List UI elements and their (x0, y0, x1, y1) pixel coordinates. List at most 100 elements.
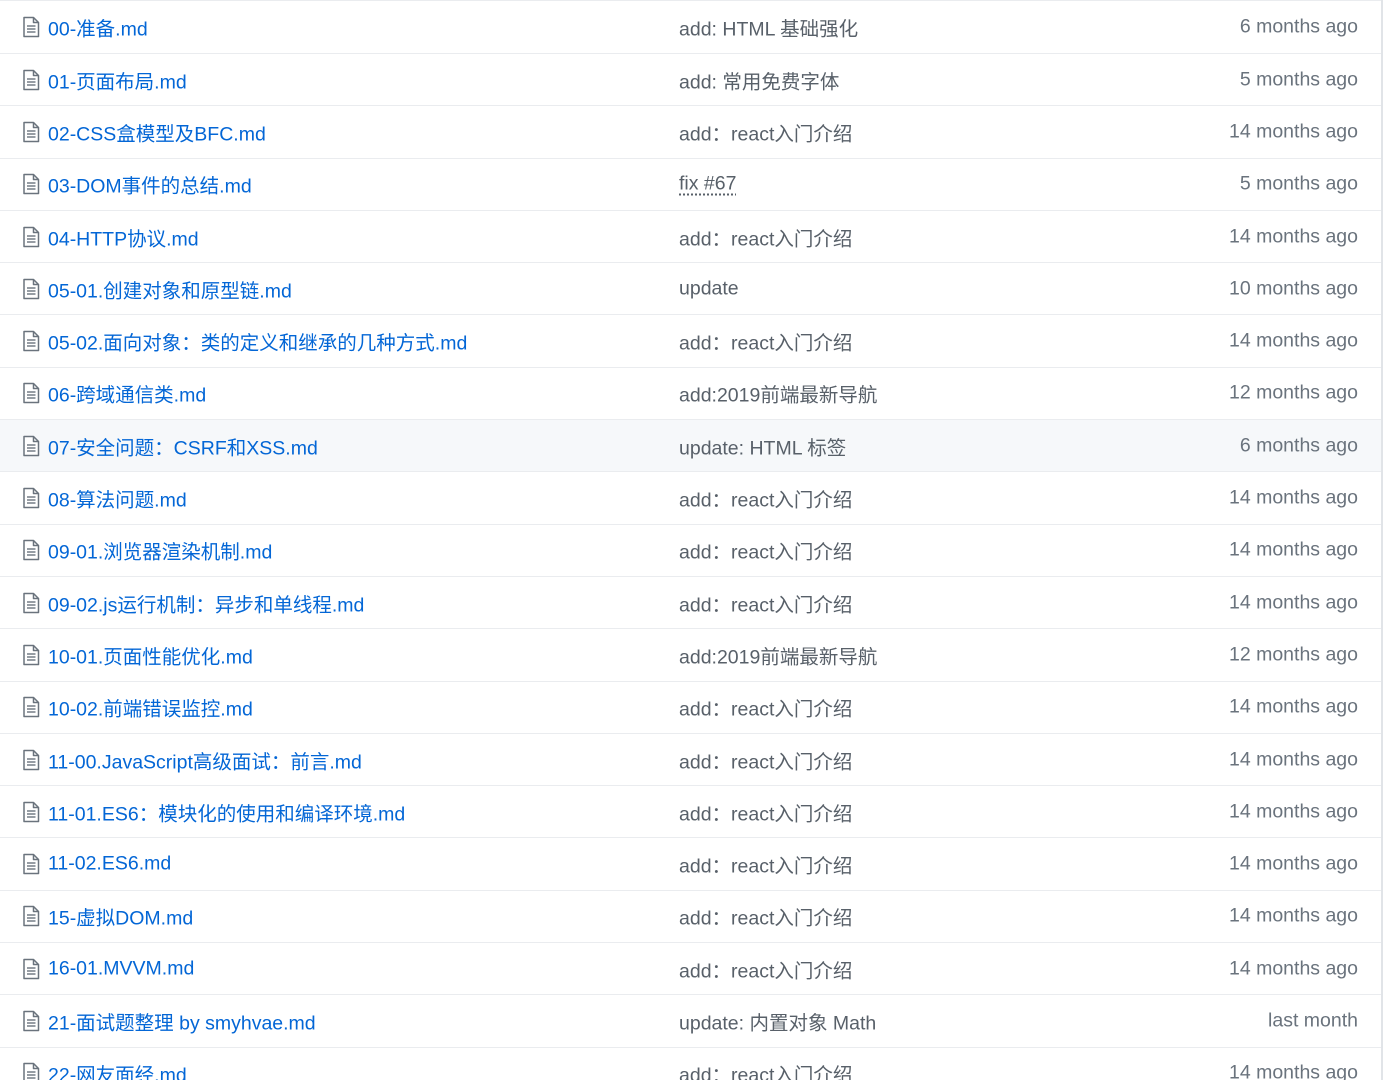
file-icon (22, 696, 40, 718)
file-icon (22, 592, 40, 614)
commit-message-link[interactable]: add：react入门介绍 (679, 484, 852, 513)
file-row-1[interactable]: 01-页面布局.md add: 常用免费字体 5 months ago (0, 53, 1381, 105)
file-name-link[interactable]: 07-安全问题：CSRF和XSS.md (48, 431, 318, 460)
commit-message-link[interactable]: add:2019前端最新导航 (679, 379, 877, 408)
commit-age: 14 months ago (1228, 486, 1358, 509)
file-icon (22, 278, 40, 300)
file-row-15[interactable]: 11-01.ES6：模块化的使用和编译环境.md add：react入门介绍 1… (0, 785, 1381, 837)
commit-age: 14 months ago (1228, 225, 1358, 248)
commit-age: 14 months ago (1228, 852, 1358, 875)
commit-message-link[interactable]: add：react入门介绍 (679, 1059, 852, 1080)
file-row-16[interactable]: 11-02.ES6.md add：react入门介绍 14 months ago (0, 837, 1381, 889)
commit-message-link[interactable]: update: 内置对象 Math (679, 1006, 876, 1035)
file-icon (22, 226, 40, 248)
file-name-link[interactable]: 05-02.面向对象：类的定义和继承的几种方式.md (48, 327, 467, 356)
commit-message-link[interactable]: add：react入门介绍 (679, 117, 852, 146)
file-name-link[interactable]: 10-01.页面性能优化.md (48, 640, 253, 669)
file-icon (22, 435, 40, 457)
file-icon (22, 749, 40, 771)
file-name-link[interactable]: 15-虚拟DOM.md (48, 902, 193, 931)
commit-age: 14 months ago (1228, 957, 1358, 980)
commit-message-link[interactable]: add: 常用免费字体 (679, 65, 839, 94)
file-icon (22, 121, 40, 143)
commit-age: 14 months ago (1228, 120, 1358, 143)
commit-message-link[interactable]: add：react入门介绍 (679, 745, 852, 774)
file-row-12[interactable]: 10-01.页面性能优化.md add:2019前端最新导航 12 months… (0, 628, 1381, 680)
file-icon (22, 905, 40, 927)
file-icon (22, 539, 40, 561)
file-icon (22, 487, 40, 509)
file-row-3[interactable]: 03-DOM事件的总结.md fix #67 5 months ago (0, 157, 1381, 210)
file-name-link[interactable]: 04-HTTP协议.md (48, 222, 199, 251)
commit-message-link[interactable]: add：react入门介绍 (679, 797, 852, 826)
file-name-link[interactable]: 00-准备.md (48, 13, 148, 42)
commit-age: 14 months ago (1228, 800, 1358, 823)
file-row-6[interactable]: 05-02.面向对象：类的定义和继承的几种方式.md add：react入门介绍… (0, 314, 1381, 366)
file-name-link[interactable]: 21-面试题整理 by smyhvae.md (48, 1006, 316, 1035)
file-row-2[interactable]: 02-CSS盒模型及BFC.md add：react入门介绍 14 months… (0, 105, 1381, 157)
commit-message-link[interactable]: add：react入门介绍 (679, 902, 852, 931)
file-name-link[interactable]: 22-网友面经.md (48, 1059, 187, 1080)
commit-message-link[interactable]: add：react入门介绍 (679, 850, 852, 879)
file-row-13[interactable]: 10-02.前端错误监控.md add：react入门介绍 14 months … (0, 680, 1381, 733)
commit-message-link[interactable]: add:2019前端最新导航 (679, 640, 877, 669)
file-icon (22, 1010, 40, 1032)
commit-age: 6 months ago (1239, 434, 1358, 457)
file-name-link[interactable]: 11-00.JavaScript高级面试：前言.md (48, 745, 362, 774)
file-name-link[interactable]: 06-跨域通信类.md (48, 379, 206, 408)
file-row-18[interactable]: 16-01.MVVM.md add：react入门介绍 14 months ag… (0, 942, 1381, 994)
commit-message-link[interactable]: add：react入门介绍 (679, 327, 852, 356)
file-row-4[interactable]: 04-HTTP协议.md add：react入门介绍 14 months ago (0, 209, 1381, 262)
file-list-table: 00-准备.md add: HTML 基础强化 6 months ago 01-… (0, 0, 1383, 1080)
commit-age: 14 months ago (1228, 329, 1358, 352)
file-name-link[interactable]: 01-页面布局.md (48, 65, 187, 94)
file-name-link[interactable]: 10-02.前端错误监控.md (48, 693, 253, 722)
commit-message-link[interactable]: add：react入门介绍 (679, 693, 852, 722)
commit-message-link[interactable]: update: HTML 标签 (679, 431, 846, 460)
commit-age: last month (1268, 1009, 1358, 1032)
file-row-8[interactable]: 07-安全问题：CSRF和XSS.md update: HTML 标签 6 mo… (0, 419, 1381, 472)
commit-age: 14 months ago (1228, 1061, 1358, 1080)
file-icon (22, 958, 40, 980)
file-icon (22, 644, 40, 666)
file-row-14[interactable]: 11-00.JavaScript高级面试：前言.md add：react入门介绍… (0, 732, 1381, 785)
commit-age: 10 months ago (1228, 277, 1358, 300)
file-icon (22, 1062, 40, 1080)
commit-age: 14 months ago (1228, 695, 1358, 718)
commit-message-link[interactable]: add：react入门介绍 (679, 222, 852, 251)
file-icon (22, 330, 40, 352)
file-name-link[interactable]: 08-算法问题.md (48, 484, 187, 513)
file-row-0[interactable]: 00-准备.md add: HTML 基础强化 6 months ago (0, 0, 1381, 53)
file-name-link[interactable]: 02-CSS盒模型及BFC.md (48, 117, 266, 146)
file-row-17[interactable]: 15-虚拟DOM.md add：react入门介绍 14 months ago (0, 889, 1381, 942)
commit-message-link[interactable]: update (679, 277, 739, 300)
file-row-10[interactable]: 09-01.浏览器渲染机制.md add：react入门介绍 14 months… (0, 523, 1381, 576)
file-name-link[interactable]: 11-01.ES6：模块化的使用和编译环境.md (48, 797, 405, 826)
commit-age: 12 months ago (1228, 381, 1358, 404)
file-name-link[interactable]: 09-02.js运行机制：异步和单线程.md (48, 588, 364, 617)
commit-message-link[interactable]: fix #67 (679, 173, 736, 196)
file-name-link[interactable]: 11-02.ES6.md (48, 853, 171, 876)
commit-message-link[interactable]: add：react入门介绍 (679, 536, 852, 565)
commit-message-link[interactable]: add: HTML 基础强化 (679, 13, 858, 42)
commit-message-link[interactable]: add：react入门介绍 (679, 588, 852, 617)
file-row-9[interactable]: 08-算法问题.md add：react入门介绍 14 months ago (0, 471, 1381, 523)
file-name-link[interactable]: 09-01.浏览器渲染机制.md (48, 536, 272, 565)
commit-age: 5 months ago (1239, 68, 1358, 91)
file-name-link[interactable]: 16-01.MVVM.md (48, 957, 194, 980)
file-row-19[interactable]: 21-面试题整理 by smyhvae.md update: 内置对象 Math… (0, 994, 1381, 1046)
file-name-link[interactable]: 05-01.创建对象和原型链.md (48, 274, 292, 303)
file-row-11[interactable]: 09-02.js运行机制：异步和单线程.md add：react入门介绍 14 … (0, 575, 1381, 628)
file-row-20[interactable]: 22-网友面经.md add：react入门介绍 14 months ago (0, 1046, 1381, 1080)
file-icon (22, 801, 40, 823)
commit-age: 14 months ago (1228, 904, 1358, 927)
file-icon (22, 16, 40, 38)
commit-age: 14 months ago (1228, 538, 1358, 561)
file-row-7[interactable]: 06-跨域通信类.md add:2019前端最新导航 12 months ago (0, 366, 1381, 419)
file-name-link[interactable]: 03-DOM事件的总结.md (48, 170, 252, 199)
file-icon (22, 173, 40, 195)
commit-age: 14 months ago (1228, 748, 1358, 770)
file-icon (22, 69, 40, 91)
file-row-5[interactable]: 05-01.创建对象和原型链.md update 10 months ago (0, 262, 1381, 314)
commit-message-link[interactable]: add：react入门介绍 (679, 954, 852, 983)
